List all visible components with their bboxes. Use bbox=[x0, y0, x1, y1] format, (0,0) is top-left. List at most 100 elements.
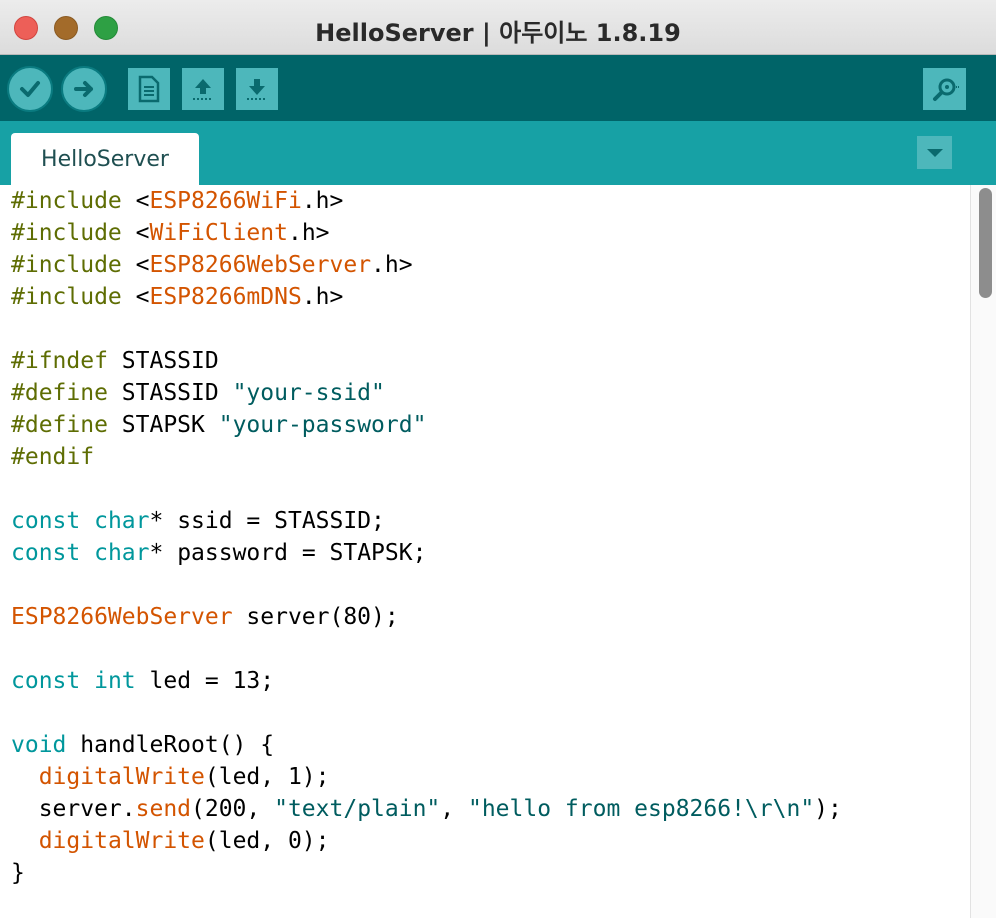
code-token: led = 13; bbox=[135, 668, 275, 694]
code-token: (led, 1); bbox=[204, 764, 330, 790]
code-token: .h> bbox=[371, 252, 413, 278]
code-line: ESP8266WebServer server(80); bbox=[11, 601, 970, 633]
code-token: #include bbox=[11, 188, 122, 214]
code-token: #include bbox=[11, 284, 122, 310]
code-token: .h> bbox=[287, 220, 330, 246]
code-token: "hello from esp8266!\r\n" bbox=[467, 796, 815, 822]
code-line: void handleRoot() { bbox=[11, 729, 970, 761]
open-sketch-button[interactable] bbox=[182, 68, 224, 110]
code-line: #define STAPSK "your-password" bbox=[11, 409, 970, 441]
code-token: #define bbox=[11, 380, 108, 406]
code-line: #ifndef STASSID bbox=[11, 345, 970, 377]
code-token: "text/plain" bbox=[274, 796, 441, 822]
code-token: char bbox=[94, 540, 150, 566]
serial-monitor-button[interactable] bbox=[923, 68, 966, 110]
new-sketch-button[interactable] bbox=[128, 68, 170, 110]
arrow-right-icon bbox=[74, 81, 93, 97]
code-token: #ifndef bbox=[11, 348, 108, 374]
code-line: digitalWrite(led, 0); bbox=[11, 825, 970, 857]
code-line: const int led = 13; bbox=[11, 665, 970, 697]
code-token: } bbox=[11, 860, 25, 886]
code-token: #define bbox=[11, 412, 108, 438]
code-token: handleRoot() { bbox=[66, 732, 275, 758]
code-token: , bbox=[440, 796, 468, 822]
code-line: #include <WiFiClient.h> bbox=[11, 217, 970, 249]
save-sketch-button[interactable] bbox=[236, 68, 278, 110]
tab-helloserver[interactable]: HelloServer bbox=[11, 133, 199, 185]
code-token: #include bbox=[11, 220, 122, 246]
code-token: const bbox=[11, 668, 81, 694]
code-token: ESP8266WebServer bbox=[149, 252, 372, 278]
code-token: STAPSK bbox=[107, 412, 219, 438]
magnifier-icon bbox=[932, 78, 959, 101]
code-token: .h> bbox=[301, 284, 344, 310]
toolbar bbox=[0, 55, 996, 121]
code-token: .h> bbox=[301, 188, 344, 214]
vertical-scrollbar[interactable] bbox=[970, 185, 996, 918]
checkmark-icon bbox=[20, 81, 40, 97]
code-token: const bbox=[11, 508, 81, 534]
code-token: STASSID bbox=[107, 348, 219, 374]
tab-menu-button[interactable] bbox=[917, 136, 952, 169]
code-token: * password = STAPSK; bbox=[149, 540, 427, 566]
code-token: const bbox=[11, 540, 81, 566]
code-token: STASSID bbox=[107, 380, 233, 406]
code-token: (led, 0); bbox=[204, 828, 330, 854]
code-line: const char* password = STAPSK; bbox=[11, 537, 970, 569]
code-token: WiFiClient bbox=[149, 220, 288, 246]
open-upload-icon bbox=[193, 79, 213, 100]
code-token: server(80); bbox=[232, 604, 399, 630]
code-token: char bbox=[94, 508, 150, 534]
code-line: #define STASSID "your-ssid" bbox=[11, 377, 970, 409]
code-line: server.send(200, "text/plain", "hello fr… bbox=[11, 793, 970, 825]
code-token: ESP8266WebServer bbox=[11, 604, 233, 630]
chevron-down-icon bbox=[926, 148, 943, 157]
code-token: "your-password" bbox=[218, 412, 427, 438]
code-token: * ssid = STASSID; bbox=[149, 508, 385, 534]
code-editor[interactable]: #include <ESP8266WiFi.h> #include <WiFiCl… bbox=[0, 185, 970, 918]
code-token: #include bbox=[11, 252, 122, 278]
code-token: digitalWrite bbox=[38, 764, 205, 790]
code-line: digitalWrite(led, 1); bbox=[11, 761, 970, 793]
code-token: < bbox=[121, 284, 150, 310]
code-token: < bbox=[121, 188, 150, 214]
code-token: send bbox=[135, 796, 192, 822]
code-token: "your-ssid" bbox=[232, 380, 385, 406]
code-token: ESP8266WiFi bbox=[149, 188, 302, 214]
code-token: #endif bbox=[11, 444, 95, 470]
save-download-icon bbox=[247, 79, 267, 100]
code-line: } bbox=[11, 857, 970, 889]
scrollbar-thumb[interactable] bbox=[979, 188, 992, 298]
code-token: ESP8266mDNS bbox=[149, 284, 302, 310]
code-token: digitalWrite bbox=[38, 828, 205, 854]
verify-button[interactable] bbox=[7, 66, 53, 112]
window-title: HelloServer | 아두이노 1.8.19 bbox=[315, 19, 681, 47]
code-area[interactable]: #include <ESP8266WiFi.h> #include <WiFiCl… bbox=[0, 185, 970, 889]
new-file-icon bbox=[138, 75, 160, 103]
code-line: #endif bbox=[11, 441, 970, 473]
code-token: int bbox=[94, 668, 136, 694]
upload-button[interactable] bbox=[61, 66, 107, 112]
code-token: void bbox=[11, 732, 67, 758]
code-token: server. bbox=[11, 796, 136, 822]
code-token: < bbox=[121, 220, 150, 246]
code-line: #include <ESP8266WiFi.h> bbox=[11, 185, 970, 217]
code-line: const char* ssid = STASSID; bbox=[11, 505, 970, 537]
code-token: < bbox=[121, 252, 150, 278]
code-line: #include <ESP8266WebServer.h> bbox=[11, 249, 970, 281]
code-token: (200, bbox=[191, 796, 275, 822]
code-token: ); bbox=[814, 796, 842, 822]
title-bar: HelloServer | 아두이노 1.8.19 bbox=[0, 0, 996, 55]
tab-bar: HelloServer bbox=[0, 121, 996, 185]
code-line: #include <ESP8266mDNS.h> bbox=[11, 281, 970, 313]
